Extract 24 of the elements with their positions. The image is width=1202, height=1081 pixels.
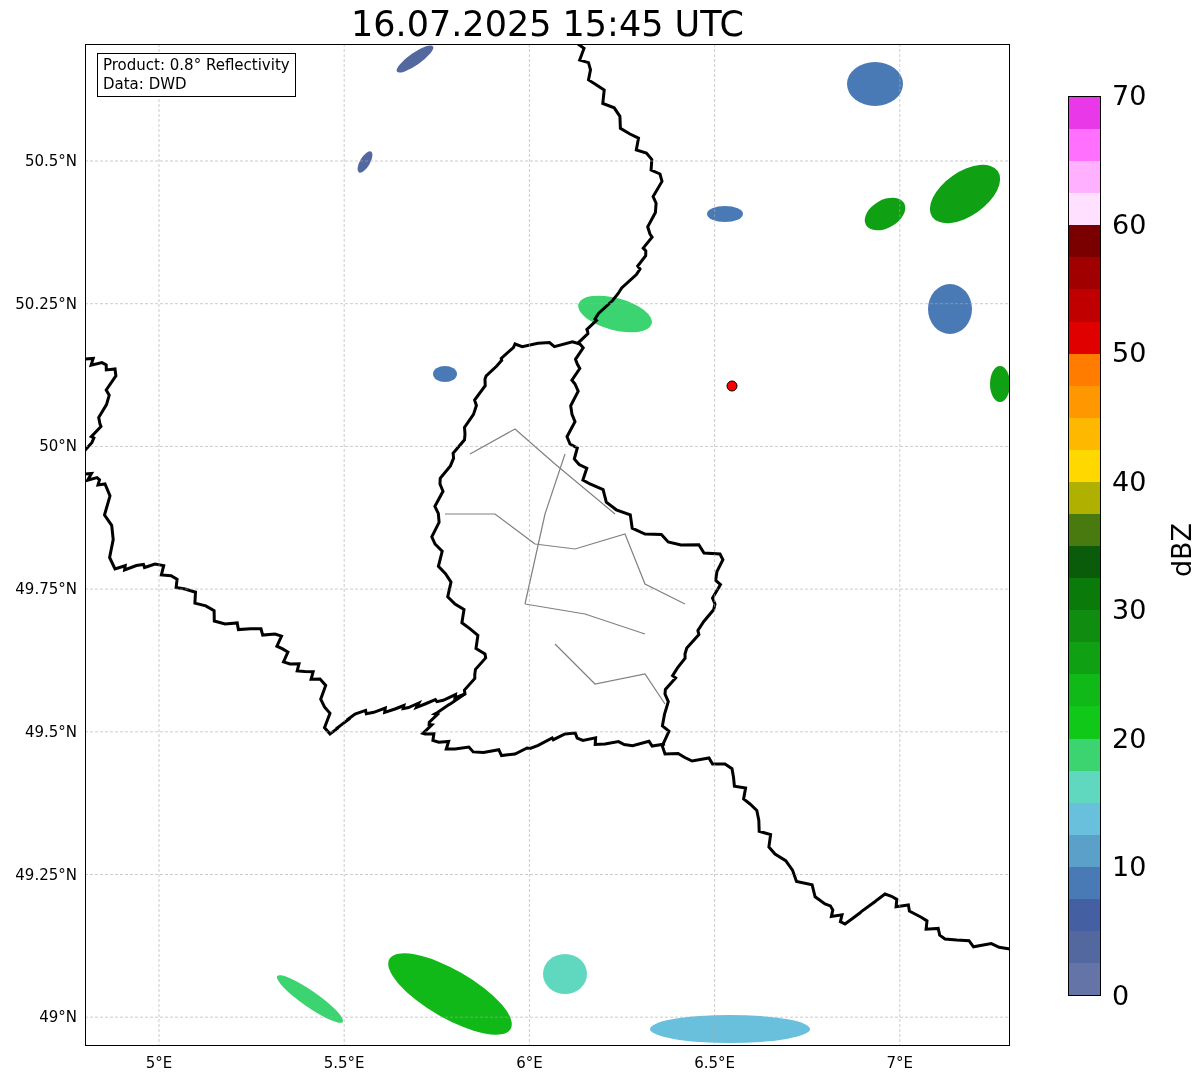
latitude-label: 49.25°N <box>15 865 77 884</box>
latitude-label: 49.75°N <box>15 580 77 599</box>
colorbar-tick-label: 50 <box>1112 338 1147 369</box>
longitude-label: 5.5°E <box>323 1054 365 1072</box>
longitude-label: 6.5°E <box>694 1054 735 1072</box>
info-text: Data: DWD <box>103 75 188 94</box>
chart-title: 16.07.2025 15:45 UTC <box>350 3 745 46</box>
latitude-label: 50.25°N <box>15 294 77 313</box>
longitude-label: 6°E <box>516 1054 543 1072</box>
colorbar-tick-label: 10 <box>1112 852 1147 883</box>
colorbar-tick-label: 70 <box>1112 81 1147 111</box>
longitude-label: 7°E <box>886 1054 914 1072</box>
info-text: Product: 0.8° Reflectivity <box>103 56 290 75</box>
longitude-label: 5°E <box>145 1054 173 1072</box>
latitude-label: 50°N <box>39 437 77 456</box>
colorbar-axis-label: dBZ <box>1167 522 1197 578</box>
colorbar-tick-label: 40 <box>1112 466 1147 497</box>
colorbar-tick-label: 20 <box>1112 723 1147 754</box>
latitude-label: 49.5°N <box>24 722 77 741</box>
latitude-label: 50.5°N <box>24 152 77 170</box>
colorbar-tick-label: 60 <box>1112 209 1147 240</box>
colorbar-tick-label: 0 <box>1112 981 1130 1011</box>
colorbar-tick-label: 30 <box>1112 595 1147 626</box>
latitude-label: 49°N <box>39 1008 77 1027</box>
